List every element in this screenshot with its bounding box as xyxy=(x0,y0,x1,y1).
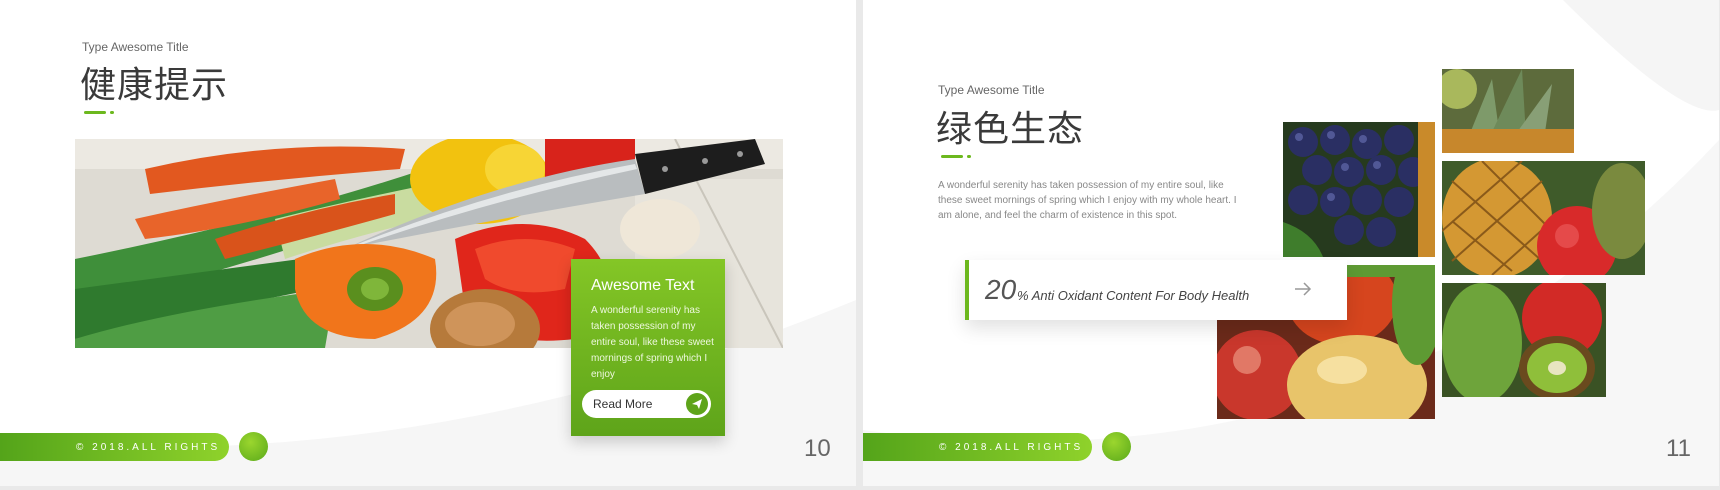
footer-dot xyxy=(239,432,268,461)
slide-title: 健康提示 xyxy=(80,65,229,106)
read-more-button[interactable]: Read More xyxy=(582,390,711,418)
stat-text: % Anti Oxidant Content For Body Health xyxy=(1017,288,1250,303)
read-more-label: Read More xyxy=(593,397,653,411)
slide-11[interactable]: Type Awesome Title 绿色生态 A wonderful sere… xyxy=(863,0,1719,486)
title-underline xyxy=(941,155,971,158)
card-body: A wonderful serenity has taken possessio… xyxy=(591,305,714,380)
page-number: 11 xyxy=(1666,435,1691,462)
send-icon xyxy=(686,393,708,415)
pineapple-apple-photo xyxy=(1442,161,1645,275)
slide-10[interactable]: Type Awesome Title 健康提示 Awesome Text A w… xyxy=(0,0,856,486)
kiwi-apple-photo xyxy=(1442,283,1606,397)
stat-number: 20 xyxy=(985,274,1017,305)
title-underline xyxy=(84,111,114,114)
card-heading: Awesome Text xyxy=(591,277,695,294)
slide-paragraph: A wonderful serenity has taken possessio… xyxy=(938,180,1237,221)
slide-subtitle: Type Awesome Title xyxy=(938,83,1045,97)
grapes-photo xyxy=(1283,122,1435,257)
awesome-text-card: Awesome Text A wonderful serenity has ta… xyxy=(571,259,725,436)
stat-card: 20 % Anti Oxidant Content For Body Healt… xyxy=(965,260,1347,320)
slide-title: 绿色生态 xyxy=(936,109,1085,150)
stat-accent-bar xyxy=(965,260,969,320)
arrow-right-icon[interactable] xyxy=(1293,279,1313,304)
pineapple-top-photo xyxy=(1442,69,1574,153)
footer-copyright: © 2018.ALL RIGHTS xyxy=(863,433,1092,461)
page-number: 10 xyxy=(804,435,831,462)
slide-subtitle: Type Awesome Title xyxy=(82,40,189,54)
footer-copyright: © 2018.ALL RIGHTS xyxy=(0,433,229,461)
footer-dot xyxy=(1102,432,1131,461)
presentation-stage: Type Awesome Title 健康提示 Awesome Text A w… xyxy=(0,0,1720,490)
